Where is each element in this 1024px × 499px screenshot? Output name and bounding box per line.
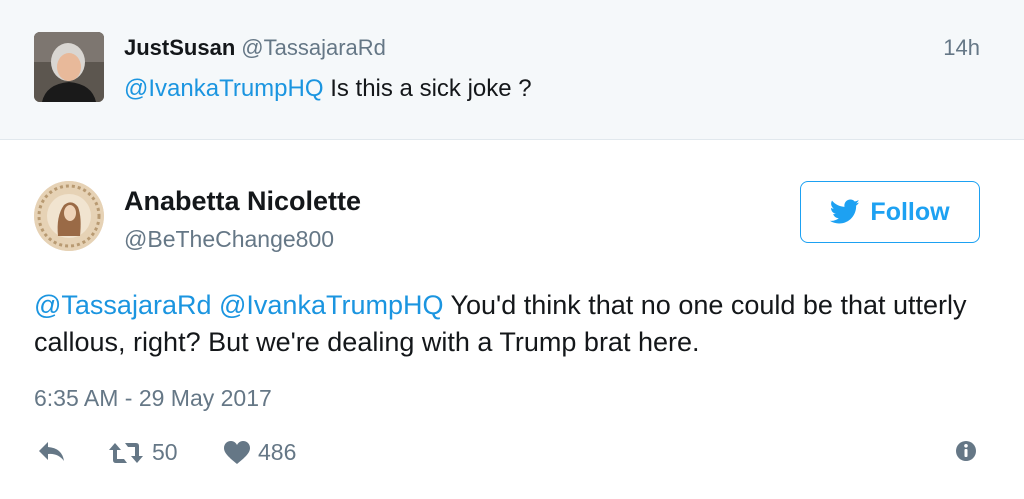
author-handle[interactable]: @BeTheChange800 (124, 225, 334, 253)
info-icon (956, 441, 976, 461)
like-count: 486 (258, 439, 297, 465)
reply-timestamp[interactable]: 14h (943, 34, 980, 62)
follow-label: Follow (870, 197, 950, 226)
reply-button[interactable] (36, 439, 66, 463)
retweet-icon (109, 442, 143, 463)
heart-icon (224, 440, 250, 464)
retweet-count: 50 (152, 439, 178, 465)
tweet-timestamp[interactable]: 6:35 AM - 29 May 2017 (34, 383, 272, 413)
like-button[interactable]: 486 (224, 439, 296, 466)
mention-link[interactable]: @TassajaraRd (34, 290, 211, 320)
retweet-button[interactable]: 50 (108, 439, 178, 466)
reply-body: Is this a sick joke ? (323, 75, 532, 102)
twitter-bird-icon (830, 199, 860, 224)
reply-context: JustSusan @TassajaraRd 14h @IvankaTrumpHQ… (0, 0, 1024, 140)
reply-icon (39, 442, 64, 461)
avatar[interactable] (34, 181, 104, 251)
avatar[interactable] (34, 32, 104, 102)
mention-link[interactable]: @IvankaTrumpHQ (219, 290, 443, 320)
author-name[interactable]: JustSusan (124, 35, 235, 60)
tweet-actions: 50 486 (34, 439, 984, 471)
author-handle[interactable]: @TassajaraRd (241, 35, 386, 60)
reply-text: @IvankaTrumpHQ Is this a sick joke ? (124, 74, 532, 104)
tweet: Anabetta Nicolette @BeTheChange800 Follo… (0, 141, 1024, 499)
reply-author[interactable]: JustSusan @TassajaraRd (124, 34, 386, 62)
mention-link[interactable]: @IvankaTrumpHQ (124, 75, 324, 102)
info-button[interactable] (954, 439, 978, 463)
follow-button[interactable]: Follow (800, 181, 980, 243)
author-name[interactable]: Anabetta Nicolette (124, 185, 361, 217)
tweet-text: @TassajaraRd @IvankaTrumpHQ You'd think … (34, 287, 984, 361)
